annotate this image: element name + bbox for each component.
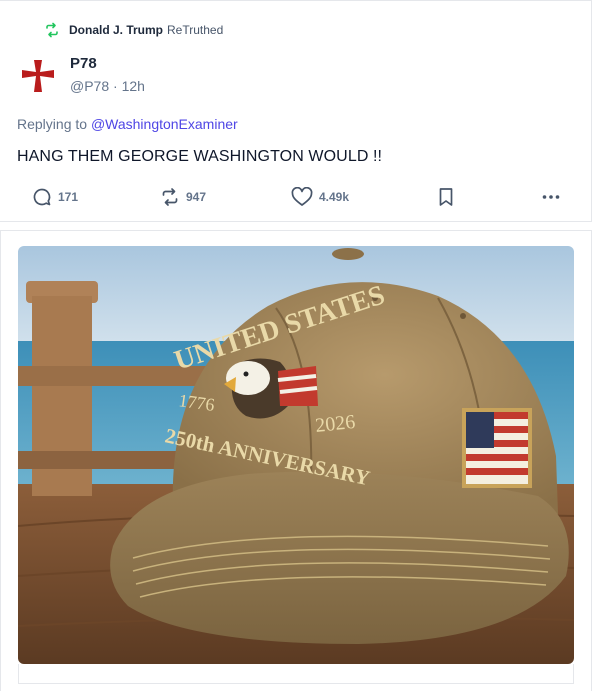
reply-count: 171 [58, 190, 79, 204]
post-text: HANG THEM GEORGE WASHINGTON WOULD !! [17, 148, 383, 165]
post-actions: 171 947 4.49k [0, 187, 592, 209]
post-meta: @P78 · 12h [70, 78, 145, 94]
heart-icon [291, 187, 313, 206]
post-image[interactable]: UNITED STATES 1776 2026 250th ANNIVERSAR… [18, 246, 574, 664]
post-handle[interactable]: @P78 [70, 78, 109, 94]
retruth-user-name[interactable]: Donald J. Trump [69, 23, 163, 37]
retruth-post-card: Donald J. Trump ReTruthed P78 @P78 · 12h… [0, 0, 592, 222]
cap-year-right: 2026 [314, 411, 356, 437]
reply-to-link[interactable]: @WashingtonExaminer [91, 116, 238, 132]
reply-icon [33, 188, 51, 206]
bookmark-icon [439, 188, 453, 206]
retruth-count: 947 [186, 190, 207, 204]
like-count: 4.49k [319, 190, 350, 204]
replying-to: Replying to @WashingtonExaminer [17, 116, 238, 132]
post-username[interactable]: P78 [70, 55, 97, 72]
post-timestamp[interactable]: 12h [122, 78, 145, 94]
retruth-button[interactable]: 947 [160, 187, 206, 207]
like-button[interactable]: 4.49k [291, 187, 349, 207]
flag-patch [462, 408, 532, 488]
image-frame-bottom [18, 664, 574, 684]
more-options-button[interactable] [541, 187, 561, 207]
avatar[interactable] [19, 57, 57, 95]
retruth-label: ReTruthed [167, 23, 224, 37]
cap-photo: UNITED STATES 1776 2026 250th ANNIVERSAR… [18, 246, 574, 664]
bookmark-button[interactable] [438, 187, 454, 207]
meta-separator: · [113, 78, 122, 94]
retruth-header: Donald J. Trump ReTruthed [44, 21, 223, 39]
retruth-icon [46, 22, 58, 38]
ellipsis-icon [542, 195, 560, 199]
reply-button[interactable]: 171 [32, 187, 78, 207]
retruth-action-icon [162, 188, 178, 206]
reply-prefix: Replying to [17, 116, 88, 132]
